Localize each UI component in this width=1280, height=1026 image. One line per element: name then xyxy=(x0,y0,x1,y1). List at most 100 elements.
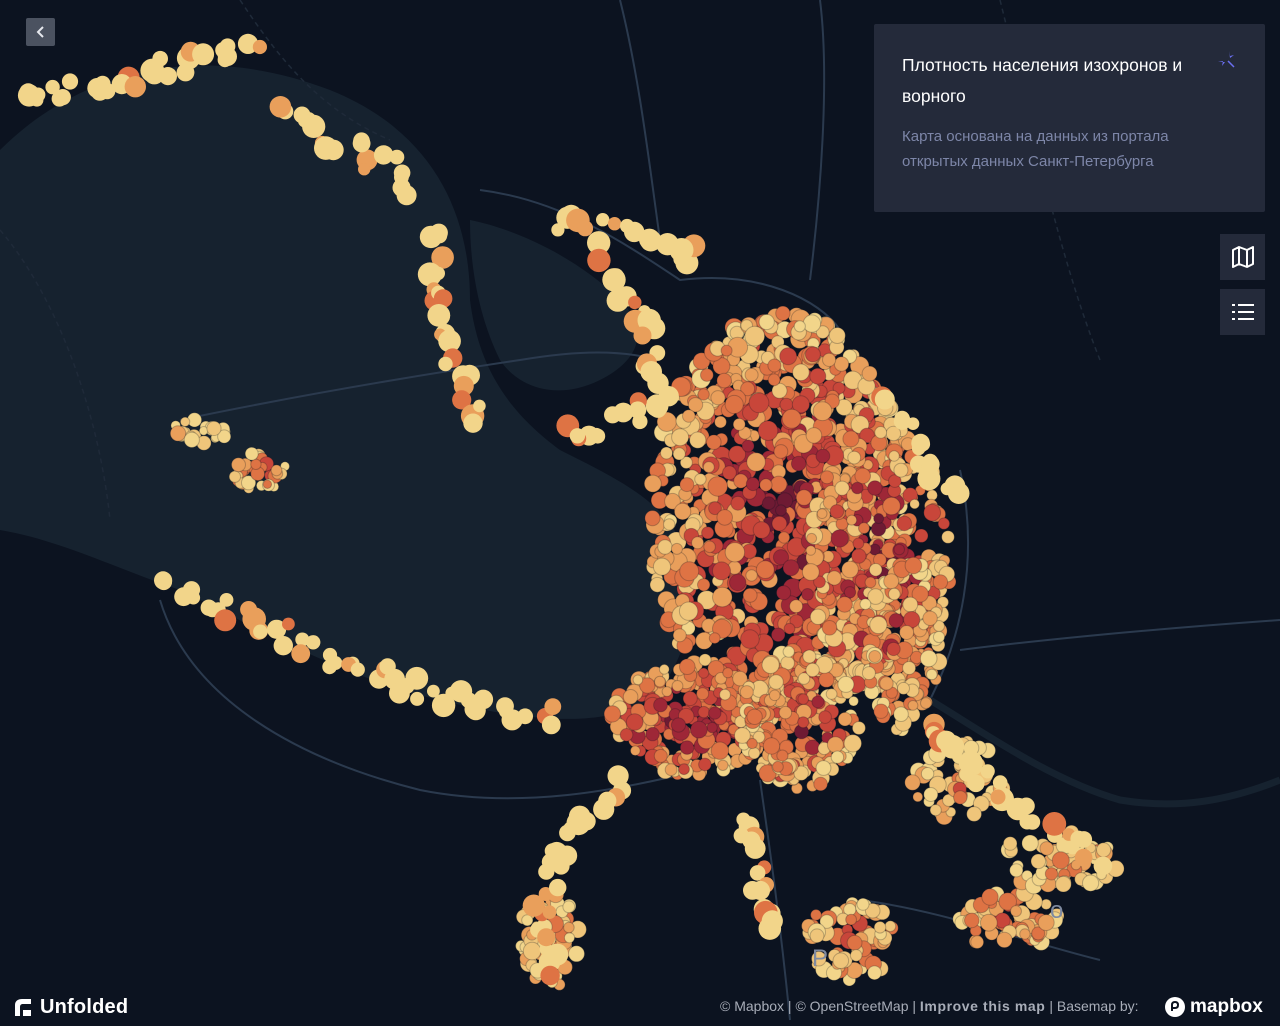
density-cell xyxy=(679,561,700,582)
density-cell xyxy=(350,662,365,677)
density-cell xyxy=(652,557,672,576)
density-cell xyxy=(790,455,807,472)
density-cell xyxy=(953,790,968,805)
density-cell xyxy=(868,650,882,663)
density-cell xyxy=(542,905,557,919)
density-cell xyxy=(717,759,729,771)
density-cell xyxy=(352,134,371,153)
density-cell xyxy=(768,689,781,702)
density-cell xyxy=(758,917,782,940)
density-cell xyxy=(155,573,173,591)
density-cell xyxy=(724,542,746,563)
density-cell xyxy=(802,649,817,664)
density-cell xyxy=(767,373,781,387)
mapbox-attribution-link[interactable]: © Mapbox xyxy=(720,998,784,1014)
density-cell xyxy=(893,543,906,556)
osm-attribution-link[interactable]: © OpenStreetMap xyxy=(795,998,908,1014)
density-cell xyxy=(473,399,486,413)
density-cell xyxy=(252,39,267,55)
density-cell xyxy=(663,518,676,531)
density-cell xyxy=(779,347,798,366)
density-cell xyxy=(670,717,687,733)
density-cell xyxy=(706,721,718,734)
density-cell xyxy=(767,358,782,373)
density-cell xyxy=(736,812,751,827)
density-cell xyxy=(613,402,634,423)
density-cell xyxy=(419,225,443,249)
density-cell xyxy=(712,586,733,608)
unfolded-brand[interactable]: Unfolded xyxy=(12,996,128,1019)
density-cell xyxy=(549,878,567,897)
map-layers-button[interactable] xyxy=(1220,234,1265,280)
collapse-panel-button[interactable] xyxy=(26,18,55,46)
density-cell xyxy=(445,686,459,700)
density-cell xyxy=(182,581,201,599)
density-cell xyxy=(851,481,864,495)
density-cell xyxy=(941,530,955,544)
unfolded-logo-icon xyxy=(15,998,31,1016)
density-cell xyxy=(522,894,545,917)
density-cell xyxy=(682,409,696,423)
density-cell xyxy=(169,425,187,442)
density-cell xyxy=(739,685,754,700)
density-cell xyxy=(712,561,731,581)
density-cell xyxy=(645,394,669,417)
improve-map-link[interactable]: Improve this map xyxy=(920,998,1046,1014)
density-cell xyxy=(809,928,825,944)
density-cell xyxy=(920,697,932,710)
density-cell xyxy=(1042,812,1067,836)
density-cell xyxy=(932,574,949,590)
density-cell xyxy=(906,417,920,431)
density-cell xyxy=(909,498,920,510)
density-cell xyxy=(883,573,900,590)
density-cell xyxy=(577,220,594,237)
density-cell xyxy=(661,686,673,697)
density-cell xyxy=(645,726,660,742)
basemap-label: Basemap by: xyxy=(1056,998,1139,1014)
density-cell xyxy=(708,706,722,720)
density-cell xyxy=(744,367,759,382)
density-cell xyxy=(664,763,678,777)
density-cell xyxy=(700,368,714,382)
density-cell xyxy=(771,515,788,532)
separator: | xyxy=(1045,998,1057,1014)
density-cell xyxy=(678,763,690,776)
density-cell xyxy=(804,346,821,363)
density-cell xyxy=(569,428,586,444)
density-cell xyxy=(932,630,946,644)
density-cell xyxy=(640,361,662,383)
density-cell xyxy=(761,496,776,511)
density-cell xyxy=(867,965,882,981)
density-cell xyxy=(920,767,935,781)
density-cell xyxy=(809,608,827,625)
density-cell xyxy=(716,372,733,389)
legend-button[interactable] xyxy=(1220,289,1265,335)
density-cell xyxy=(864,576,877,589)
density-cell xyxy=(716,509,734,526)
density-cell xyxy=(54,89,71,106)
density-cell xyxy=(231,457,246,473)
panel-title: Плотность населения изохронов и ворного xyxy=(902,55,1183,106)
density-cell xyxy=(825,688,838,700)
density-cell xyxy=(806,532,818,544)
density-cell xyxy=(720,344,733,357)
density-cell xyxy=(463,413,483,433)
density-cell xyxy=(916,437,931,452)
density-cell xyxy=(770,475,788,493)
density-cell xyxy=(1009,863,1024,878)
density-cell xyxy=(724,394,744,415)
density-cell xyxy=(733,473,749,489)
density-cell xyxy=(1093,856,1113,876)
density-cell xyxy=(919,649,938,668)
mapbox-logo[interactable]: mapbox xyxy=(1164,996,1263,1018)
density-cell xyxy=(970,935,985,949)
mapbox-wordmark: mapbox xyxy=(1190,996,1263,1017)
density-cell xyxy=(152,50,168,67)
density-cell xyxy=(829,504,845,519)
density-cell xyxy=(1075,831,1093,848)
density-cell xyxy=(846,514,858,526)
density-cell xyxy=(873,703,889,719)
density-cell xyxy=(219,593,234,607)
density-cell xyxy=(253,624,268,639)
density-cell xyxy=(854,467,872,485)
